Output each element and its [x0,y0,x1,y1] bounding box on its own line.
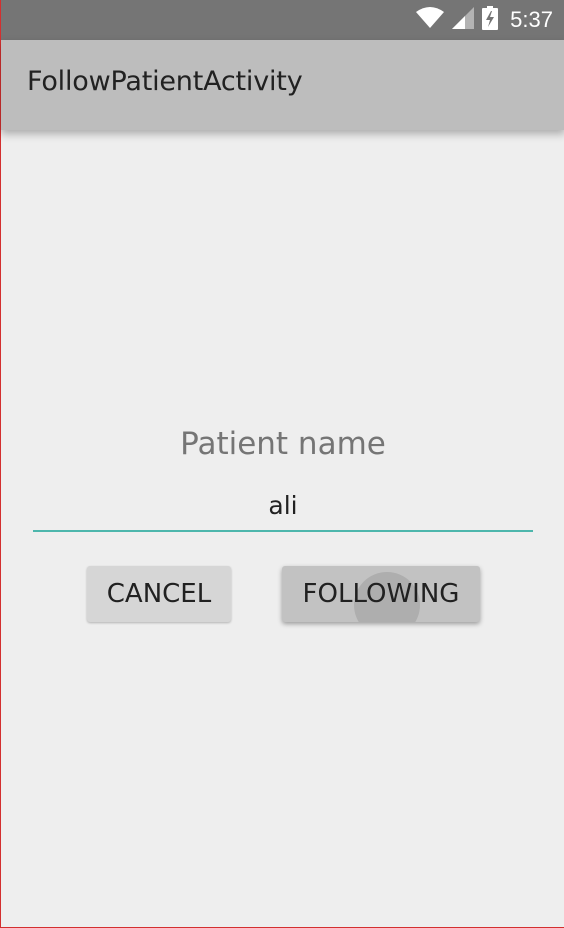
cancel-button-label: CANCEL [106,579,212,609]
signal-icon [452,7,475,33]
wifi-icon [416,7,445,33]
cancel-button[interactable]: CANCEL [87,566,231,622]
status-icons: 5:37 [416,0,553,40]
page-title: FollowPatientActivity [27,66,303,97]
patient-name-label: Patient name [180,426,386,462]
app-bar: FollowPatientActivity [1,40,564,130]
patient-name-input[interactable] [33,480,533,532]
following-button[interactable]: FOLLOWING [282,566,480,622]
following-button-label: FOLLOWING [302,579,460,609]
status-bar: 5:37 [1,0,564,40]
status-time: 5:37 [510,7,553,32]
battery-charging-icon [482,6,499,34]
